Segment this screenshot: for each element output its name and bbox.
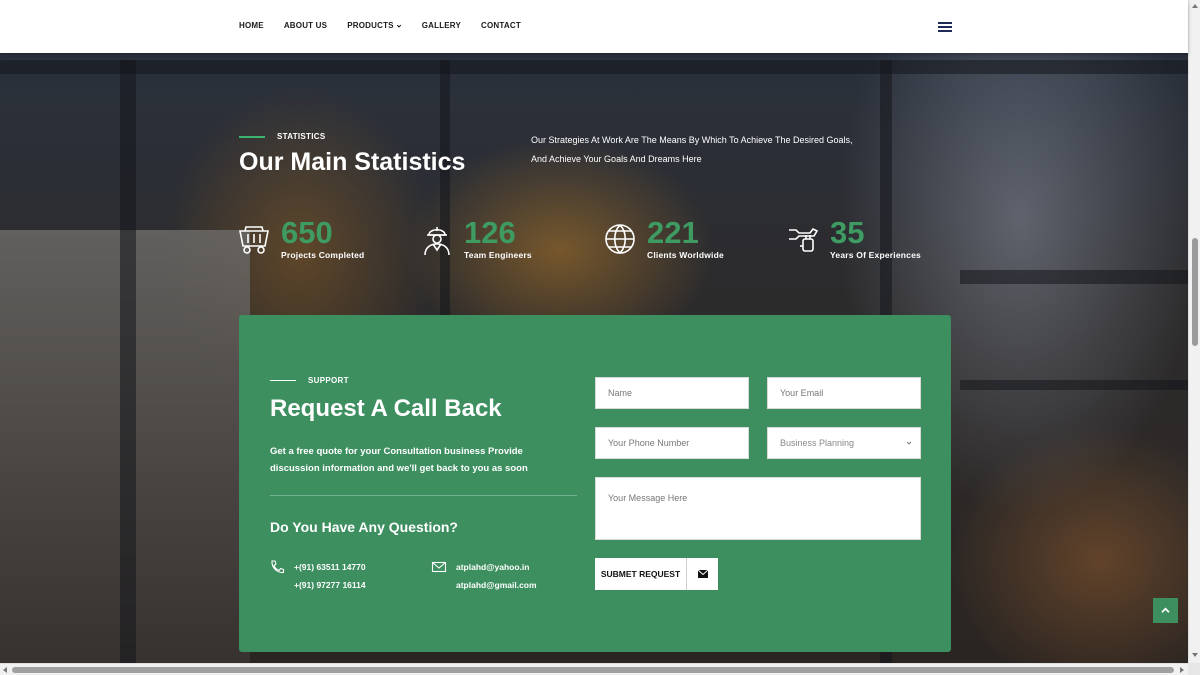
stat-value: 35 xyxy=(830,215,865,250)
email-contact: atplahd@yahoo.in atplahd@gmail.com xyxy=(431,558,537,594)
chevron-down-icon xyxy=(396,24,401,28)
nav-gallery[interactable]: GALLERY xyxy=(422,21,461,30)
globe-icon xyxy=(605,224,635,255)
stat-projects: 650 Projects Completed xyxy=(237,214,364,260)
statistics-title: Our Main Statistics xyxy=(239,148,466,176)
nav-home[interactable]: HOME xyxy=(239,21,264,30)
mine-cart-icon xyxy=(239,226,269,254)
scroll-thumb[interactable] xyxy=(12,667,1174,673)
phone-number[interactable]: +(91) 63511 14770 xyxy=(294,558,366,576)
stat-value: 126 xyxy=(464,215,516,250)
stat-value: 221 xyxy=(647,215,699,250)
email-input[interactable]: Your Email xyxy=(767,377,921,409)
divider xyxy=(270,495,577,496)
callback-title: Request A Call Back xyxy=(270,395,502,422)
statistics-eyebrow: STATISTICS xyxy=(239,132,325,141)
nav-products[interactable]: PRODUCTS xyxy=(347,21,402,30)
phone-number[interactable]: +(91) 97277 16114 xyxy=(294,576,366,594)
service-select[interactable]: Business Planning xyxy=(767,427,921,459)
stat-experience: 35 Years Of Experiences xyxy=(786,214,921,260)
question-heading: Do You Have Any Question? xyxy=(270,519,458,535)
eyebrow-line xyxy=(239,135,265,138)
back-to-top-button[interactable] xyxy=(1153,598,1178,623)
phone-contact: +(91) 63511 14770 +(91) 97277 16114 xyxy=(269,558,366,594)
phone-icon xyxy=(271,560,285,574)
name-input[interactable]: Name xyxy=(595,377,749,409)
stat-engineers: 126 Team Engineers xyxy=(420,214,532,260)
vertical-scrollbar[interactable] xyxy=(1188,0,1200,663)
callback-description: Get a free quote for your Consultation b… xyxy=(270,446,528,474)
scroll-up-arrow-icon[interactable] xyxy=(1192,4,1198,8)
horizontal-scrollbar[interactable] xyxy=(0,663,1188,675)
support-eyebrow: SUPPORT xyxy=(270,376,349,385)
scroll-down-arrow-icon[interactable] xyxy=(1192,653,1198,657)
engineer-icon xyxy=(424,227,450,256)
stat-clients: 221 Clients Worldwide xyxy=(603,214,724,260)
main-nav: HOME ABOUT US PRODUCTS GALLERY CONTACT xyxy=(239,21,521,30)
chevron-up-icon xyxy=(1161,607,1170,613)
request-callback-card: SUPPORT Request A Call Back Get a free q… xyxy=(239,315,951,652)
nav-contact[interactable]: CONTACT xyxy=(481,21,521,30)
submit-request-button[interactable]: SUBMET REQUEST xyxy=(595,558,718,590)
stat-label: Clients Worldwide xyxy=(647,250,724,260)
envelope-icon xyxy=(687,558,718,590)
nav-about-us[interactable]: ABOUT US xyxy=(284,21,327,30)
tools-icon xyxy=(789,227,819,252)
stat-label: Projects Completed xyxy=(281,250,365,260)
envelope-icon xyxy=(431,561,447,573)
hamburger-menu-icon[interactable] xyxy=(938,21,952,32)
stat-label: Team Engineers xyxy=(464,250,532,260)
scroll-thumb[interactable] xyxy=(1192,238,1198,346)
scroll-left-arrow-icon[interactable] xyxy=(3,667,7,673)
scroll-right-arrow-icon[interactable] xyxy=(1180,667,1184,673)
email-address[interactable]: atplahd@gmail.com xyxy=(456,576,537,594)
email-address[interactable]: atplahd@yahoo.in xyxy=(456,558,537,576)
stat-label: Years Of Experiences xyxy=(830,250,921,260)
eyebrow-line xyxy=(270,379,296,382)
statistics-description: Our Strategies At Work Are The Means By … xyxy=(531,135,853,164)
scrollbar-corner xyxy=(1188,663,1200,675)
chevron-down-icon xyxy=(906,441,912,445)
stat-value: 650 xyxy=(281,215,333,250)
site-header: HOME ABOUT US PRODUCTS GALLERY CONTACT xyxy=(0,0,1188,53)
phone-input[interactable]: Your Phone Number xyxy=(595,427,749,459)
message-textarea[interactable]: Your Message Here xyxy=(595,477,921,540)
